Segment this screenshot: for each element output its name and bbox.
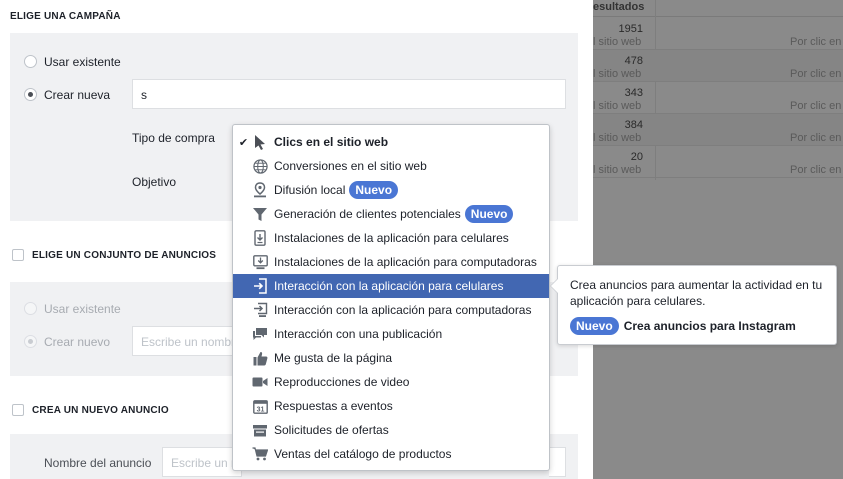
row-cost-label: Por clic en <box>790 132 842 144</box>
video-camera-icon <box>251 374 269 390</box>
menu-item-page-post-engagement[interactable]: Interacción con una publicación <box>233 322 549 346</box>
menu-item-video-views[interactable]: Reproducciones de video <box>233 370 549 394</box>
menu-item-label: Difusión local <box>274 183 346 197</box>
menu-item-desktop-app-installs[interactable]: Instalaciones de la aplicación para comp… <box>233 250 549 274</box>
table-row: 384 l sitio web Por clic en <box>593 114 843 146</box>
new-badge: Nuevo <box>464 205 514 223</box>
campaign-name-input[interactable]: s <box>132 79 566 109</box>
ad-name-input[interactable]: Escribe un nombre <box>162 447 242 477</box>
menu-item-label: Interacción con la aplicación para compu… <box>274 303 532 317</box>
create-new-adset-radio[interactable] <box>24 335 37 348</box>
phone-download-icon <box>251 230 269 246</box>
menu-item-label: Instalaciones de la aplicación para comp… <box>274 255 537 269</box>
tooltip-arrow <box>550 278 558 294</box>
menu-item-mobile-app-engagement[interactable]: Interacción con la aplicación para celul… <box>233 274 549 298</box>
row-value: 384 <box>624 119 643 131</box>
ad-section-title: CREA UN NUEVO ANUNCIO <box>32 405 169 416</box>
menu-item-label: Me gusta de la página <box>274 351 393 365</box>
menu-item-label: Instalaciones de la aplicación para celu… <box>274 231 509 245</box>
map-pin-icon <box>251 182 269 198</box>
cursor-icon <box>251 134 269 150</box>
row-value: 1951 <box>618 23 643 35</box>
desktop-download-icon <box>251 254 269 270</box>
row-cost-label: Por clic en <box>790 100 842 112</box>
row-subtext: l sitio web <box>593 132 642 144</box>
create-new-campaign-radio[interactable] <box>24 88 37 101</box>
new-badge: Nuevo <box>349 181 399 199</box>
adset-name-input[interactable]: Escribe un nombre <box>132 326 242 356</box>
new-badge: Nuevo <box>570 317 619 335</box>
menu-item-label: Interacción con una publicación <box>274 327 443 341</box>
menu-item-label: Interacción con la aplicación para celul… <box>274 279 504 293</box>
globe-icon <box>251 158 269 174</box>
row-cost-label: Por clic en <box>790 36 842 48</box>
row-subtext: l sitio web <box>593 164 642 176</box>
ad-name-input-end <box>549 447 566 477</box>
use-existing-adset-radio[interactable] <box>24 302 37 315</box>
cart-icon <box>251 446 269 462</box>
table-row: 478 l sitio web Por clic en <box>593 50 843 82</box>
calendar-icon: 31 <box>251 398 269 414</box>
table-row: 343 l sitio web Por clic en <box>593 82 843 114</box>
tooltip-promo: Nuevo Crea anuncios para Instagram <box>570 317 824 335</box>
menu-item-website-conversions[interactable]: Conversiones en el sitio web <box>233 154 549 178</box>
row-cost-label: Por clic en <box>790 164 842 176</box>
menu-item-page-likes[interactable]: Me gusta de la página <box>233 346 549 370</box>
ad-name-label: Nombre del anuncio <box>44 456 152 470</box>
tooltip-text: Crea anuncios para aumentar la actividad… <box>570 278 823 308</box>
row-subtext: l sitio web <box>593 100 642 112</box>
menu-item-product-catalog-sales[interactable]: Ventas del catálogo de productos <box>233 442 549 466</box>
checkmark-icon: ✔ <box>238 136 249 149</box>
row-value: 343 <box>624 87 643 99</box>
create-new-adset-label[interactable]: Crear nuevo <box>44 335 110 349</box>
use-existing-adset-label[interactable]: Usar existente <box>44 302 121 316</box>
campaign-section-title: ELIGE UNA CAMPAÑA <box>10 11 121 22</box>
phone-enter-icon <box>251 278 269 294</box>
menu-item-offer-claims[interactable]: Solicitudes de ofertas <box>233 418 549 442</box>
objective-dropdown-menu: ✔ Clics en el sitio web Conversiones en … <box>232 124 550 471</box>
purchase-type-label: Tipo de compra <box>132 131 215 145</box>
menu-item-label: Solicitudes de ofertas <box>274 423 389 437</box>
svg-text:31: 31 <box>256 406 264 413</box>
menu-item-local-awareness[interactable]: Difusión local Nuevo <box>233 178 549 202</box>
row-value: 20 <box>630 151 643 163</box>
row-value: 478 <box>624 55 643 67</box>
use-existing-campaign-radio[interactable] <box>24 55 37 68</box>
menu-item-label: Reproducciones de video <box>274 375 410 389</box>
ad-section-checkbox[interactable] <box>12 404 24 416</box>
funnel-icon <box>251 206 269 222</box>
row-subtext: l sitio web <box>593 68 642 80</box>
desktop-enter-icon <box>251 302 269 318</box>
menu-item-desktop-app-engagement[interactable]: Interacción con la aplicación para compu… <box>233 298 549 322</box>
results-column-header: esultados <box>593 0 843 17</box>
create-new-campaign-label[interactable]: Crear nueva <box>44 88 110 102</box>
table-row: 20 l sitio web Por clic en <box>593 146 843 178</box>
menu-item-event-responses[interactable]: 31 Respuestas a eventos <box>233 394 549 418</box>
row-subtext: l sitio web <box>593 36 642 48</box>
offer-icon <box>251 422 269 438</box>
menu-item-label: Respuestas a eventos <box>274 399 393 413</box>
menu-item-lead-generation[interactable]: Generación de clientes potenciales Nuevo <box>233 202 549 226</box>
use-existing-campaign-label[interactable]: Usar existente <box>44 55 121 69</box>
adset-section-title: ELIGE UN CONJUNTO DE ANUNCIOS <box>32 250 217 261</box>
results-table-background: esultados 1951 l sitio web Por clic en 4… <box>593 0 843 479</box>
item-description-tooltip: Crea anuncios para aumentar la actividad… <box>550 265 837 345</box>
tooltip-promo-text: Crea anuncios para Instagram <box>623 319 796 333</box>
menu-item-website-clicks[interactable]: ✔ Clics en el sitio web <box>233 130 549 154</box>
thumbs-up-icon <box>251 350 269 366</box>
menu-item-label: Clics en el sitio web <box>274 135 389 149</box>
menu-item-label: Ventas del catálogo de productos <box>274 447 452 461</box>
menu-item-label: Conversiones en el sitio web <box>274 159 427 173</box>
adset-section-checkbox[interactable] <box>12 249 24 261</box>
speech-bubbles-icon <box>251 326 269 342</box>
row-cost-label: Por clic en <box>790 68 842 80</box>
table-row: 1951 l sitio web Por clic en <box>593 18 843 50</box>
menu-item-mobile-app-installs[interactable]: Instalaciones de la aplicación para celu… <box>233 226 549 250</box>
objective-label: Objetivo <box>132 175 177 189</box>
menu-item-label: Generación de clientes potenciales <box>274 207 461 221</box>
